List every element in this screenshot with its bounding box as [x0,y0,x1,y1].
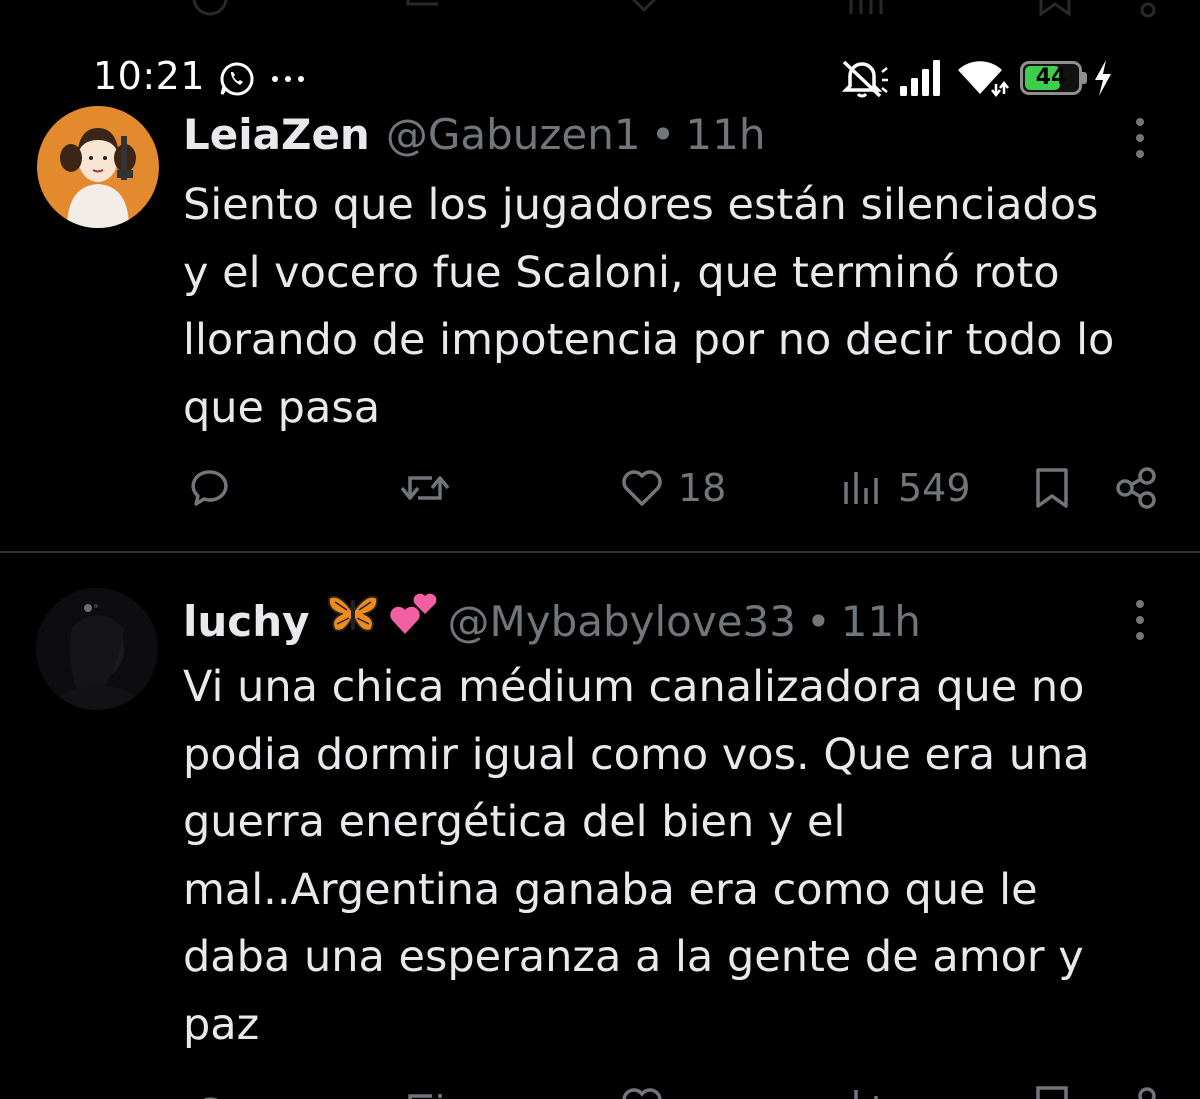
tweet-text-line: podia dormir igual como vos. Que era una [183,729,1090,780]
views-icon [844,472,878,504]
bookmark-icon [1036,468,1068,508]
tweet-text-line: y el vocero fue Scaloni, que terminó rot… [183,247,1060,298]
tweet-time[interactable]: 11h [685,110,765,159]
retweet-icon[interactable] [398,1084,452,1099]
tweet-header: LeiaZen @Gabuzen1 • 11h [183,110,765,166]
like-icon [622,470,662,506]
avatar-dark-photo [36,588,158,710]
reply-icon [192,0,228,16]
bookmark-button[interactable] [1032,466,1072,510]
view-count: 549 [898,466,971,510]
two-hearts-emoji-icon [390,593,437,634]
battery-icon: 44 [1020,61,1087,95]
views-icon [849,0,883,14]
tweet-text-line: daba una esperanza a la gente de amor y [183,932,1084,982]
wifi-icon [958,61,1009,98]
previous-tweet-actions-cutoff [0,0,1200,40]
tweet-text-line: Siento que los jugadores están silenciad… [183,180,1099,230]
status-system-icons: 44 [840,56,1114,100]
tweet-text: Vi una chica médium canalizadora que no … [183,654,1173,1059]
more-options-icon[interactable] [1130,598,1150,642]
user-handle[interactable]: @Mybabylove33 [447,597,796,646]
share-button[interactable] [1113,466,1161,510]
tweet-text-line: paz [183,999,260,1050]
display-name[interactable]: luchy [183,597,309,646]
more-options-icon[interactable] [1130,116,1150,160]
whatsapp-icon [220,62,254,96]
retweet-icon [406,0,438,6]
battery-nub [1082,72,1087,84]
views-button[interactable]: 549 [840,466,971,510]
tweet-text-line: que pasa [183,382,381,433]
tweet-header: luchy @Mybabylove33 • 11h [183,590,921,646]
tweet-text-line: guerra energética del bien y el [183,797,846,847]
battery-level: 44 [1035,65,1067,90]
retweet-icon [400,476,450,500]
share-icon [1140,2,1156,18]
like-icon [631,0,657,13]
like-icon[interactable] [620,1084,664,1099]
user-handle[interactable]: @Gabuzen1 [386,110,641,159]
tweet-divider [0,551,1200,553]
tweet-actions-cutoff [0,1084,1200,1099]
avatar-leia-illustration [37,106,159,228]
reply-icon [191,470,228,506]
share-icon[interactable] [1113,1084,1161,1099]
status-time: 10:21 [93,54,206,98]
cell-signal-icon [900,60,940,96]
status-notification-icons [218,60,306,98]
tweet-text: Siento que los jugadores están silenciad… [183,172,1173,442]
retweet-button[interactable] [398,466,452,510]
share-icon [1116,467,1156,509]
bookmark-icon[interactable] [1032,1084,1072,1099]
more-dots-icon [272,76,304,82]
separator-dot: • [806,597,831,646]
tweet-text-line: llorando de impotencia por no decir todo… [183,315,1115,365]
display-name[interactable]: LeiaZen [183,110,370,159]
tweet-actions: 18 549 [0,466,1200,526]
bookmark-icon [1039,0,1071,17]
tweet-time[interactable]: 11h [841,597,921,646]
like-button[interactable]: 18 [620,466,726,510]
views-icon[interactable] [840,1084,884,1099]
mute-icon [841,60,888,98]
reply-button[interactable] [188,466,232,510]
status-bar: 10:21 44 [0,48,1200,108]
avatar[interactable] [37,106,159,228]
tweet-text-line: mal..Argentina ganaba era como que le [183,864,1038,915]
separator-dot: • [650,110,676,159]
butterfly-emoji-icon [328,595,379,632]
reply-icon[interactable] [188,1084,232,1099]
like-count: 18 [678,466,727,510]
tweet-text-line: Vi una chica médium canalizadora que no [183,662,1085,712]
charging-icon [1095,60,1111,96]
avatar[interactable] [36,588,158,710]
